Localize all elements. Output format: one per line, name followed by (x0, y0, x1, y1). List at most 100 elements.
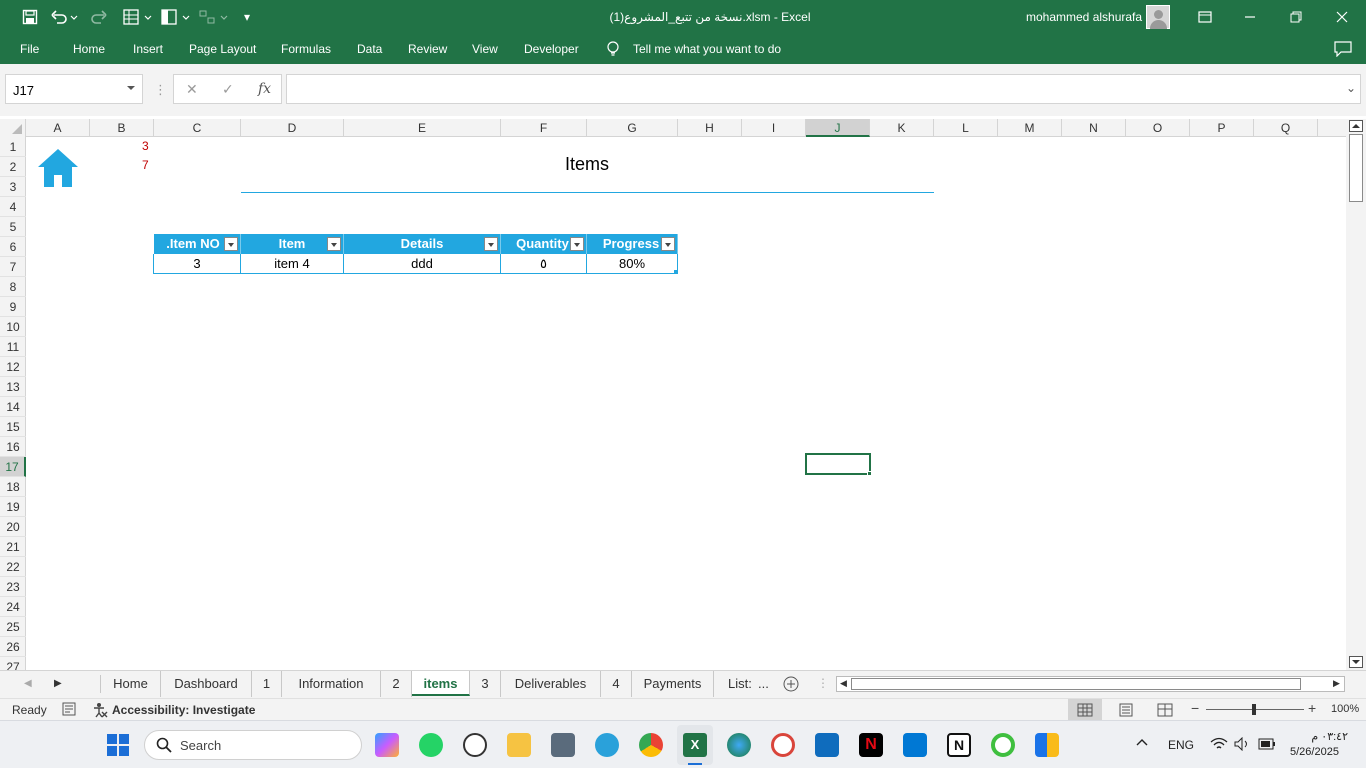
page-layout-view-icon[interactable] (1118, 703, 1134, 720)
outlook-icon[interactable] (815, 733, 839, 757)
volume-icon[interactable] (1234, 736, 1250, 754)
scroll-right-button[interactable]: ▶ (1333, 678, 1340, 689)
name-box[interactable]: J17 (5, 74, 143, 104)
sheet-title[interactable]: Items (241, 154, 933, 175)
column-header[interactable]: O (1126, 119, 1190, 137)
tab-file[interactable]: File (20, 42, 39, 56)
lightbulb-icon[interactable] (606, 41, 620, 60)
app-icon[interactable] (1035, 733, 1059, 757)
page-break-view-icon[interactable] (1157, 703, 1173, 720)
row-header[interactable]: 2 (0, 157, 26, 177)
copilot-icon[interactable] (375, 733, 399, 757)
scroll-thumb[interactable] (1349, 134, 1363, 202)
column-header-selected[interactable]: J (806, 119, 870, 137)
row-header[interactable]: 15 (0, 417, 26, 437)
tray-overflow-icon[interactable] (1136, 736, 1148, 750)
prev-sheet-icon[interactable]: ◀ (24, 678, 32, 689)
row-header[interactable]: 1 (0, 137, 26, 157)
row-header[interactable]: 13 (0, 377, 26, 397)
horizontal-scrollbar[interactable]: ◀ ▶ (836, 676, 1345, 692)
tell-me-search[interactable]: Tell me what you want to do (633, 42, 781, 56)
column-header[interactable]: F (501, 119, 587, 137)
row-header[interactable]: 21 (0, 537, 26, 557)
zoom-slider-thumb[interactable] (1252, 704, 1256, 715)
filter-dropdown-icon[interactable] (224, 237, 238, 251)
row-header[interactable]: 18 (0, 477, 26, 497)
h-scroll-thumb[interactable] (851, 678, 1301, 690)
row-header[interactable]: 10 (0, 317, 26, 337)
table-cell[interactable]: ddd (344, 254, 501, 274)
row-header[interactable]: 7 (0, 257, 26, 277)
clock-time[interactable]: ٠٣:٤٢ م (1296, 730, 1348, 743)
redo-icon[interactable] (88, 7, 120, 27)
filter-dropdown-icon[interactable] (570, 237, 584, 251)
user-name[interactable]: mohammed alshurafa (1026, 10, 1142, 24)
worksheet-grid[interactable]: 3 7 Items .Item NO Item Details Quantity… (26, 137, 1346, 670)
form-icon[interactable] (122, 7, 154, 27)
battery-icon[interactable] (1258, 738, 1276, 753)
whatsapp-icon[interactable] (419, 733, 443, 757)
minimize-icon[interactable] (1242, 7, 1258, 27)
tab-formulas[interactable]: Formulas (281, 42, 331, 56)
filter-dropdown-icon[interactable] (327, 237, 341, 251)
sheet-tab-home[interactable]: Home (101, 671, 161, 697)
row-header[interactable]: 11 (0, 337, 26, 357)
row-header[interactable]: 6 (0, 237, 26, 257)
vertical-scrollbar[interactable] (1346, 119, 1366, 670)
column-header[interactable]: H (678, 119, 742, 137)
accessibility-status[interactable]: Accessibility: Investigate (112, 703, 255, 717)
freeze-panes-icon[interactable] (160, 7, 192, 27)
row-header[interactable]: 19 (0, 497, 26, 517)
sheet-tab-2[interactable]: 2 (381, 671, 412, 697)
netflix-icon[interactable]: N (859, 733, 883, 757)
sheet-tab-information[interactable]: Information (282, 671, 381, 697)
tab-home[interactable]: Home (73, 42, 105, 56)
zoom-level[interactable]: 100% (1331, 703, 1359, 715)
column-header[interactable]: N (1062, 119, 1126, 137)
table-cell[interactable]: 3 (153, 254, 241, 274)
tab-insert[interactable]: Insert (133, 42, 163, 56)
tab-data[interactable]: Data (357, 42, 382, 56)
row-header[interactable]: 9 (0, 297, 26, 317)
chrome-icon[interactable] (639, 733, 663, 757)
column-header[interactable]: Q (1254, 119, 1318, 137)
avatar[interactable] (1146, 5, 1170, 29)
next-sheet-icon[interactable]: ▶ (54, 678, 62, 689)
column-header[interactable]: A (26, 119, 90, 137)
customize-toolbar-icon[interactable]: ▾ (240, 7, 254, 27)
tab-page-layout[interactable]: Page Layout (189, 42, 256, 56)
sheet-tab-items-active[interactable]: items (412, 671, 470, 696)
close-icon[interactable] (1334, 7, 1350, 27)
vscode-icon[interactable] (903, 733, 927, 757)
sheet-tab-4[interactable]: 4 (601, 671, 632, 697)
accessibility-icon[interactable] (92, 702, 108, 721)
normal-view-button[interactable] (1068, 699, 1102, 720)
zoom-out-button[interactable]: − (1191, 700, 1199, 716)
cell-b2[interactable]: 7 (142, 158, 149, 172)
insert-function-icon[interactable]: fx (258, 81, 271, 97)
telegram-icon[interactable] (595, 733, 619, 757)
restore-icon[interactable] (1288, 7, 1304, 27)
row-header[interactable]: 17 (0, 457, 26, 477)
table-header-progress[interactable]: Progress (587, 234, 678, 254)
column-header[interactable]: P (1190, 119, 1254, 137)
wifi-icon[interactable] (1210, 737, 1228, 754)
table-cell[interactable]: 80% (587, 254, 678, 274)
row-header[interactable]: 25 (0, 617, 26, 637)
clock-app-icon[interactable] (463, 733, 487, 757)
sheet-tab-dashboard[interactable]: Dashboard (161, 671, 252, 697)
sheet-tab-1[interactable]: 1 (252, 671, 282, 697)
column-header[interactable]: D (241, 119, 344, 137)
comments-icon[interactable] (1334, 41, 1352, 60)
app-icon[interactable] (771, 733, 795, 757)
sheet-tab-deliverables[interactable]: Deliverables (501, 671, 601, 697)
table-header-item-no[interactable]: .Item NO (154, 234, 241, 254)
column-header[interactable]: C (154, 119, 241, 137)
clock-date[interactable]: 5/26/2025 (1290, 746, 1339, 758)
table-header-details[interactable]: Details (344, 234, 501, 254)
zoom-in-button[interactable]: + (1308, 700, 1316, 716)
scroll-down-button[interactable] (1349, 656, 1363, 668)
row-header[interactable]: 4 (0, 197, 26, 217)
file-explorer-icon[interactable] (507, 733, 531, 757)
row-header[interactable]: 12 (0, 357, 26, 377)
